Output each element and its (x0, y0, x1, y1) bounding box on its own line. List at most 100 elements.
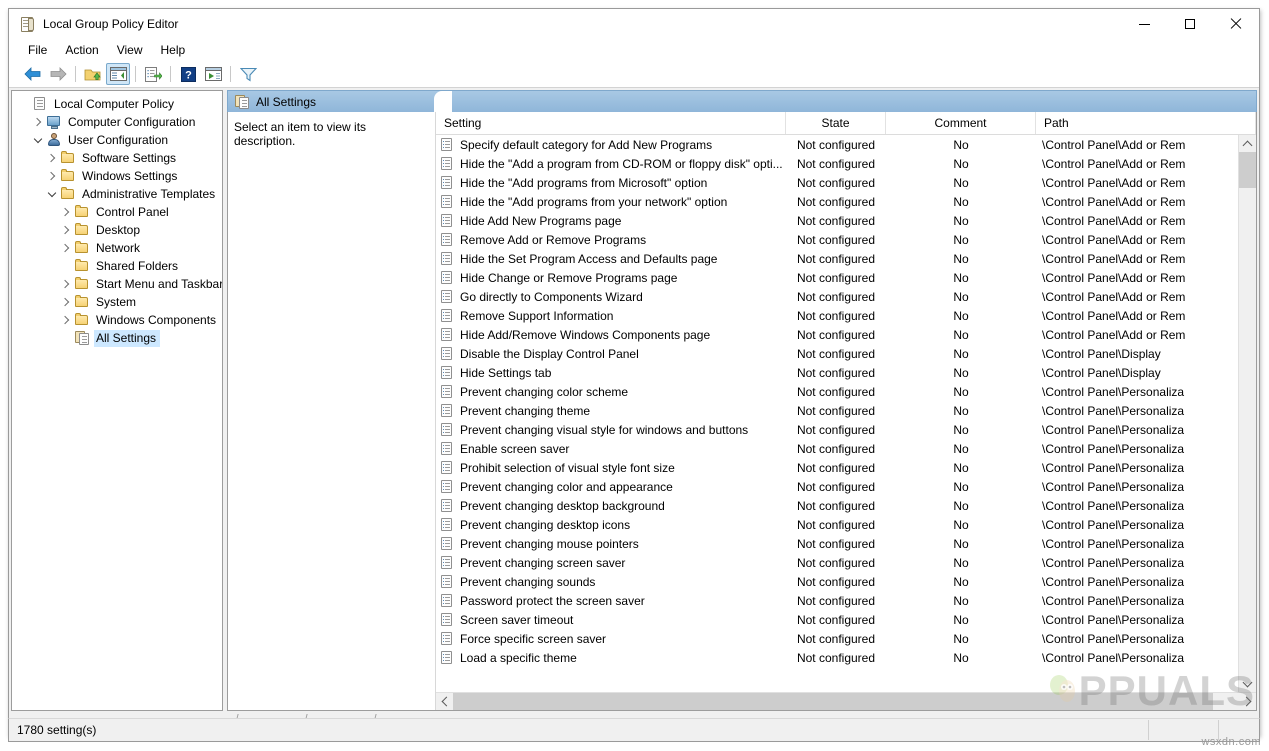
table-row[interactable]: Hide Settings tabNot configuredNo\Contro… (436, 363, 1238, 382)
cell-state: Not configured (786, 195, 886, 209)
scroll-left-button[interactable] (436, 693, 453, 710)
table-row[interactable]: Prevent changing color schemeNot configu… (436, 382, 1238, 401)
filter-icon[interactable] (236, 63, 260, 85)
table-row[interactable]: Prevent changing screen saverNot configu… (436, 553, 1238, 572)
tree-item-shared-folders[interactable]: Shared Folders (12, 257, 222, 275)
table-row[interactable]: Prevent changing visual style for window… (436, 420, 1238, 439)
column-header-path[interactable]: Path (1036, 112, 1256, 134)
chevron-down-icon[interactable] (44, 186, 60, 202)
table-row[interactable]: Hide Add New Programs pageNot configured… (436, 211, 1238, 230)
chevron-right-icon[interactable] (30, 114, 46, 130)
forward-arrow-icon[interactable] (46, 63, 70, 85)
menu-item-file[interactable]: File (19, 41, 56, 59)
scroll-down-button[interactable] (1239, 675, 1256, 692)
tree-item-computer-configuration[interactable]: Computer Configuration (12, 113, 222, 131)
table-row[interactable]: Hide the "Add a program from CD-ROM or f… (436, 154, 1238, 173)
tree-item-system[interactable]: System (12, 293, 222, 311)
minimize-button[interactable] (1121, 9, 1167, 39)
horizontal-scroll-track[interactable] (1213, 693, 1239, 710)
cell-setting: Enable screen saver (436, 442, 786, 456)
table-row[interactable]: Prevent changing mouse pointersNot confi… (436, 534, 1238, 553)
table-row[interactable]: Prevent changing desktop backgroundNot c… (436, 496, 1238, 515)
show-hide-tree-icon[interactable] (106, 63, 130, 85)
table-row[interactable]: Prevent changing soundsNot configuredNo\… (436, 572, 1238, 591)
tree-item-label: Software Settings (80, 150, 180, 167)
cell-comment: No (886, 347, 1036, 361)
cell-path: \Control Panel\Add or Rem (1036, 252, 1238, 266)
folder-icon (60, 150, 76, 166)
tree-item-administrative-templates[interactable]: Administrative Templates (12, 185, 222, 203)
tree-item-start-menu-and-taskbar[interactable]: Start Menu and Taskbar (12, 275, 222, 293)
chevron-right-icon[interactable] (58, 312, 74, 328)
cell-path: \Control Panel\Personaliza (1036, 556, 1238, 570)
table-row[interactable]: Remove Add or Remove ProgramsNot configu… (436, 230, 1238, 249)
cell-comment: No (886, 309, 1036, 323)
table-row[interactable]: Prevent changing themeNot configuredNo\C… (436, 401, 1238, 420)
tree-item-label: Start Menu and Taskbar (94, 276, 223, 293)
chevron-right-icon[interactable] (44, 150, 60, 166)
cell-setting: Prevent changing color and appearance (436, 480, 786, 494)
cell-path: \Control Panel\Personaliza (1036, 651, 1238, 665)
table-row[interactable]: Remove Support InformationNot configured… (436, 306, 1238, 325)
menu-item-action[interactable]: Action (56, 41, 107, 59)
tree-item-all-settings[interactable]: All Settings (12, 329, 222, 347)
chevron-right-icon[interactable] (58, 240, 74, 256)
scroll-right-button[interactable] (1239, 693, 1256, 710)
table-row[interactable]: Prevent changing color and appearanceNot… (436, 477, 1238, 496)
chevron-down-icon[interactable] (30, 132, 46, 148)
back-arrow-icon[interactable] (21, 63, 45, 85)
table-row[interactable]: Hide Change or Remove Programs pageNot c… (436, 268, 1238, 287)
tree-item-windows-settings[interactable]: Windows Settings (12, 167, 222, 185)
menu-item-view[interactable]: View (108, 41, 152, 59)
horizontal-scroll-thumb[interactable] (453, 693, 1213, 710)
horizontal-scrollbar[interactable] (436, 692, 1256, 710)
table-row[interactable]: Specify default category for Add New Pro… (436, 135, 1238, 154)
tree-item-windows-components[interactable]: Windows Components (12, 311, 222, 329)
chevron-right-icon[interactable] (58, 222, 74, 238)
table-row[interactable]: Hide the "Add programs from your network… (436, 192, 1238, 211)
tree-item-label: All Settings (94, 330, 160, 347)
table-row[interactable]: Enable screen saverNot configuredNo\Cont… (436, 439, 1238, 458)
tree-item-user-configuration[interactable]: User Configuration (12, 131, 222, 149)
tree-item-software-settings[interactable]: Software Settings (12, 149, 222, 167)
close-button[interactable] (1213, 9, 1259, 39)
table-row[interactable]: Force specific screen saverNot configure… (436, 629, 1238, 648)
table-row[interactable]: Hide Add/Remove Windows Components pageN… (436, 325, 1238, 344)
cell-state: Not configured (786, 461, 886, 475)
cell-setting: Prevent changing color scheme (436, 385, 786, 399)
column-header-comment[interactable]: Comment (886, 112, 1036, 134)
tree-item-network[interactable]: Network (12, 239, 222, 257)
vertical-scroll-track[interactable] (1239, 152, 1256, 675)
table-row[interactable]: Screen saver timeoutNot configuredNo\Con… (436, 610, 1238, 629)
table-row[interactable]: Prohibit selection of visual style font … (436, 458, 1238, 477)
table-row[interactable]: Go directly to Components WizardNot conf… (436, 287, 1238, 306)
table-row[interactable]: Hide the "Add programs from Microsoft" o… (436, 173, 1238, 192)
cell-state: Not configured (786, 632, 886, 646)
up-one-level-icon[interactable] (81, 63, 105, 85)
console-tree-pane[interactable]: Local Computer PolicyComputer Configurat… (11, 90, 223, 711)
column-header-state[interactable]: State (786, 112, 886, 134)
tree-item-desktop[interactable]: Desktop (12, 221, 222, 239)
vertical-scroll-thumb[interactable] (1239, 152, 1256, 188)
maximize-button[interactable] (1167, 9, 1213, 39)
chevron-right-icon[interactable] (58, 294, 74, 310)
setting-name: Prevent changing visual style for window… (460, 423, 748, 437)
menu-item-help[interactable]: Help (152, 41, 195, 59)
vertical-scrollbar[interactable] (1238, 135, 1256, 692)
chevron-right-icon[interactable] (44, 168, 60, 184)
table-row[interactable]: Load a specific themeNot configuredNo\Co… (436, 648, 1238, 667)
help-icon[interactable]: ? (176, 63, 200, 85)
tree-item-local-computer-policy[interactable]: Local Computer Policy (12, 95, 222, 113)
properties-icon[interactable] (201, 63, 225, 85)
export-list-icon[interactable] (141, 63, 165, 85)
table-row[interactable]: Password protect the screen saverNot con… (436, 591, 1238, 610)
table-row[interactable]: Disable the Display Control PanelNot con… (436, 344, 1238, 363)
chevron-right-icon[interactable] (58, 204, 74, 220)
column-header-setting[interactable]: Setting (436, 112, 786, 134)
chevron-right-icon[interactable] (58, 276, 74, 292)
tree-item-control-panel[interactable]: Control Panel (12, 203, 222, 221)
table-row[interactable]: Hide the Set Program Access and Defaults… (436, 249, 1238, 268)
scroll-up-button[interactable] (1239, 135, 1256, 152)
cell-path: \Control Panel\Personaliza (1036, 404, 1238, 418)
table-row[interactable]: Prevent changing desktop iconsNot config… (436, 515, 1238, 534)
